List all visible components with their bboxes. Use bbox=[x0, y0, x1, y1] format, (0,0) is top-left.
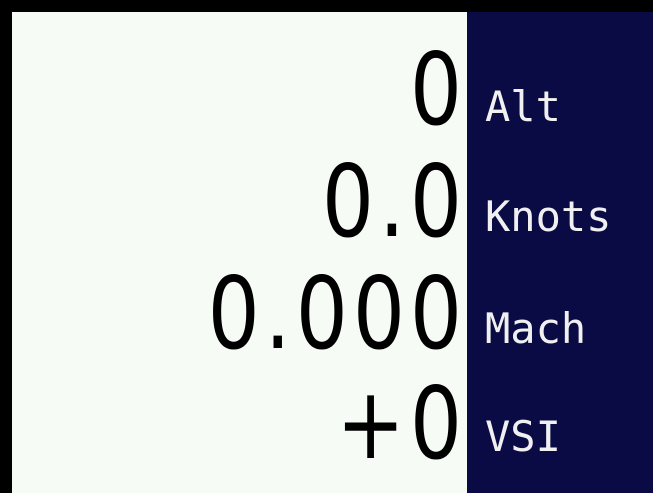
mach-label: Mach bbox=[485, 304, 587, 353]
altitude-value: 0 bbox=[409, 31, 467, 148]
airspeed-value: 0.0 bbox=[321, 143, 467, 260]
vertical-speed-value: +0 bbox=[336, 365, 467, 482]
values-panel: 0 0.0 0.000 +0 bbox=[12, 12, 467, 493]
airspeed-label: Knots bbox=[485, 192, 612, 241]
instrument-display: 0 0.0 0.000 +0 Alt Knots Mach VSI bbox=[0, 0, 653, 493]
altitude-label: Alt bbox=[485, 82, 561, 131]
vertical-speed-label: VSI bbox=[485, 412, 561, 461]
mach-value: 0.000 bbox=[207, 255, 468, 372]
labels-panel: Alt Knots Mach VSI bbox=[467, 12, 653, 493]
